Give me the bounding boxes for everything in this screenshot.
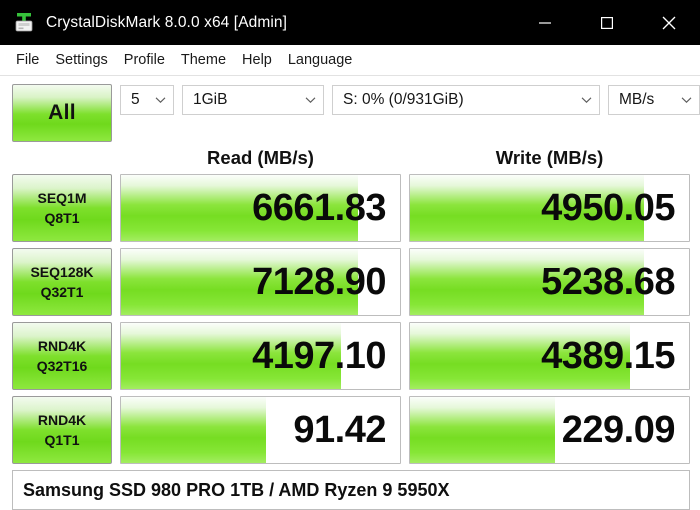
minimize-icon[interactable] bbox=[514, 0, 576, 45]
chevron-down-icon bbox=[155, 96, 166, 104]
table-row: RND4K Q1T1 91.42 229.09 bbox=[12, 396, 690, 464]
table-row: RND4K Q32T16 4197.10 4389.15 bbox=[12, 322, 690, 390]
read-value-cell[interactable]: 91.42 bbox=[120, 396, 401, 464]
test-label-seq1m[interactable]: SEQ1M Q8T1 bbox=[12, 174, 112, 242]
run-all-button[interactable]: All bbox=[12, 84, 112, 142]
test-label-line2: Q32T16 bbox=[36, 358, 88, 374]
write-value-cell[interactable]: 5238.68 bbox=[409, 248, 690, 316]
test-label-line2: Q8T1 bbox=[44, 210, 80, 226]
test-label-rnd4k-q32t16[interactable]: RND4K Q32T16 bbox=[12, 322, 112, 390]
toolbar-settings-group: 5 1GiB S: 0% (0/931GiB) MB/s bbox=[120, 84, 700, 115]
read-column-header: Read (MB/s) bbox=[207, 147, 314, 168]
test-label-line2: Q1T1 bbox=[44, 432, 80, 448]
write-value-cell[interactable]: 229.09 bbox=[409, 396, 690, 464]
test-label-line1: RND4K bbox=[37, 412, 87, 428]
write-value-cell[interactable]: 4950.05 bbox=[409, 174, 690, 242]
status-bar-text: Samsung SSD 980 PRO 1TB / AMD Ryzen 9 59… bbox=[23, 479, 450, 500]
unit-dropdown[interactable]: MB/s bbox=[608, 85, 700, 115]
menu-item-file[interactable]: File bbox=[8, 50, 47, 70]
menu-item-theme[interactable]: Theme bbox=[173, 50, 234, 70]
chevron-down-icon bbox=[581, 96, 592, 104]
menu-item-settings[interactable]: Settings bbox=[47, 50, 115, 70]
test-label-seq128k[interactable]: SEQ128K Q32T1 bbox=[12, 248, 112, 316]
table-row: SEQ128K Q32T1 7128.90 5238.68 bbox=[12, 248, 690, 316]
crystaldiskmark-window: CrystalDiskMark 8.0.0 x64 [Admin] File S… bbox=[0, 0, 700, 510]
column-headers: Read (MB/s) Write (MB/s) bbox=[0, 144, 700, 174]
test-label-rnd4k-q1t1[interactable]: RND4K Q1T1 bbox=[12, 396, 112, 464]
read-bar-fill bbox=[121, 397, 267, 463]
read-value: 6661.83 bbox=[252, 187, 386, 229]
read-value: 4197.10 bbox=[252, 335, 386, 377]
test-label-line1: SEQ128K bbox=[30, 264, 94, 280]
run-all-label: All bbox=[48, 101, 76, 124]
chevron-down-icon bbox=[681, 96, 692, 104]
maximize-icon[interactable] bbox=[576, 0, 638, 45]
run-count-value: 5 bbox=[131, 91, 140, 108]
read-value-cell[interactable]: 6661.83 bbox=[120, 174, 401, 242]
drive-select-value: S: 0% (0/931GiB) bbox=[343, 91, 464, 108]
menu-bar: File Settings Profile Theme Help Languag… bbox=[0, 45, 700, 76]
header-gap bbox=[401, 144, 409, 174]
read-value: 7128.90 bbox=[252, 261, 386, 303]
write-column-header: Write (MB/s) bbox=[495, 147, 604, 168]
close-icon[interactable] bbox=[638, 0, 700, 45]
write-value: 5238.68 bbox=[541, 261, 675, 303]
read-value-cell[interactable]: 4197.10 bbox=[120, 322, 401, 390]
test-size-value: 1GiB bbox=[193, 91, 228, 108]
test-label-line1: RND4K bbox=[37, 338, 87, 354]
window-title: CrystalDiskMark 8.0.0 x64 [Admin] bbox=[46, 13, 288, 31]
chevron-down-icon bbox=[305, 96, 316, 104]
read-value: 91.42 bbox=[293, 409, 386, 451]
title-bar: CrystalDiskMark 8.0.0 x64 [Admin] bbox=[0, 0, 700, 45]
test-label-line1: SEQ1M bbox=[37, 190, 87, 206]
menu-item-profile[interactable]: Profile bbox=[116, 50, 173, 70]
run-count-dropdown[interactable]: 5 bbox=[120, 85, 174, 115]
toolbar: All 5 1GiB S: 0% (0/931GiB) MB/s bbox=[0, 76, 700, 142]
write-value: 4950.05 bbox=[541, 187, 675, 229]
unit-value: MB/s bbox=[619, 91, 655, 108]
menu-item-help[interactable]: Help bbox=[234, 50, 280, 70]
menu-item-language[interactable]: Language bbox=[280, 50, 361, 70]
write-value: 229.09 bbox=[561, 409, 676, 451]
test-label-line2: Q32T1 bbox=[40, 284, 84, 300]
header-spacer bbox=[12, 144, 112, 174]
window-controls bbox=[514, 0, 700, 45]
write-value-cell[interactable]: 4389.15 bbox=[409, 322, 690, 390]
drive-select-dropdown[interactable]: S: 0% (0/931GiB) bbox=[332, 85, 600, 115]
table-row: SEQ1M Q8T1 6661.83 4950.05 bbox=[12, 174, 690, 242]
write-bar-fill bbox=[410, 397, 556, 463]
read-value-cell[interactable]: 7128.90 bbox=[120, 248, 401, 316]
results-grid: SEQ1M Q8T1 6661.83 4950.05 SEQ128K Q32T1… bbox=[0, 174, 700, 464]
test-size-dropdown[interactable]: 1GiB bbox=[182, 85, 324, 115]
write-value: 4389.15 bbox=[541, 335, 675, 377]
status-bar: Samsung SSD 980 PRO 1TB / AMD Ryzen 9 59… bbox=[12, 470, 690, 510]
crystaldiskmark-icon bbox=[12, 11, 36, 35]
